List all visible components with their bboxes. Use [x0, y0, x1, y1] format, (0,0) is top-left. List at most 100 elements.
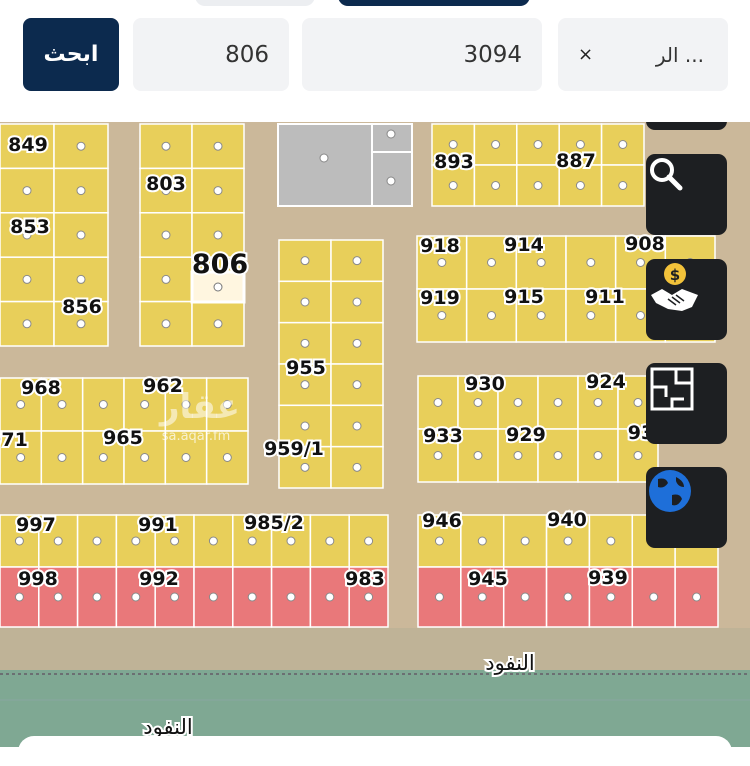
parcel-marker	[563, 536, 573, 546]
parcel-marker	[448, 140, 458, 149]
plan-number-value: 806	[225, 41, 269, 68]
parcel-number-label: 918	[420, 235, 460, 257]
location-field[interactable]: × الر ...	[558, 18, 728, 91]
parcel-marker	[636, 311, 645, 320]
parcel-number-label: 983	[345, 568, 385, 590]
parcel-marker	[300, 462, 310, 472]
parcel-marker	[364, 592, 374, 602]
parcel-marker	[161, 274, 171, 284]
parcel-marker	[513, 398, 523, 407]
parcel-marker	[92, 536, 102, 546]
tab-pill-left[interactable]	[195, 0, 315, 6]
parcel-marker	[536, 258, 546, 267]
parcel-number-label: 933	[423, 425, 463, 447]
parcel-marker	[477, 592, 487, 602]
parcel-marker	[161, 141, 171, 151]
parcel-marker	[161, 319, 171, 329]
parcel-marker	[140, 453, 150, 462]
parcel-marker	[352, 256, 362, 266]
parcel-marker	[98, 400, 108, 409]
parcel-marker	[247, 592, 257, 602]
parcel-number-label: 991	[138, 514, 178, 536]
parcel-number-label: 919	[420, 287, 460, 309]
parcel-marker	[181, 453, 191, 462]
parcel-marker	[553, 398, 563, 407]
parcel-marker	[352, 421, 362, 431]
parcel-marker	[437, 258, 447, 267]
parcel-number-value: 3094	[463, 41, 522, 68]
map-road-shoulder	[0, 628, 750, 670]
parcel-marker	[131, 536, 141, 546]
parcel-marker	[586, 311, 596, 320]
street-label: النفود	[485, 651, 534, 675]
parcel-marker	[213, 230, 223, 240]
parcel-marker	[208, 536, 218, 546]
parcel-marker	[76, 186, 86, 196]
clear-location-icon[interactable]: ×	[578, 44, 593, 65]
parcel-marker	[352, 297, 362, 307]
parcel-marker	[92, 592, 102, 602]
parcel-number-label: 962	[143, 375, 183, 397]
parcel-number-field[interactable]: 3094	[302, 18, 542, 91]
parcel-number-label: 997	[16, 514, 56, 536]
parcel-map: عقار sa.aqar.fm 849803853856806893 887918…	[0, 122, 750, 747]
deal-handshake-icon: $	[651, 263, 698, 311]
parcel-marker	[513, 451, 523, 460]
parcel-marker	[434, 592, 444, 602]
parcel-marker	[76, 274, 86, 284]
parcel-marker	[213, 319, 223, 329]
parcel-marker	[477, 536, 487, 546]
globe-icon	[649, 470, 691, 512]
parcel-marker	[586, 258, 596, 267]
parcel-number-label: 930	[465, 373, 505, 395]
parcel-marker	[300, 297, 310, 307]
parcel-marker	[593, 451, 603, 460]
parcel-number-label: 803	[146, 173, 186, 195]
parcel-marker	[473, 451, 483, 460]
parcel-marker	[553, 451, 563, 460]
watermark-site: sa.aqar.fm	[162, 429, 231, 444]
parcel-number-label: 915	[504, 286, 544, 308]
parcel-marker	[448, 181, 458, 190]
search-button[interactable]: ابحث	[23, 18, 119, 91]
search-map-button[interactable]	[646, 154, 727, 235]
parcel-number-label: 955	[286, 357, 326, 379]
parcel-marker	[575, 181, 585, 190]
parcel-marker	[140, 400, 150, 409]
parcel-number-label: 946	[422, 510, 462, 532]
parcel-number-label: 939	[588, 567, 628, 589]
globe-button[interactable]	[646, 467, 727, 548]
bottom-sheet-handle[interactable]	[18, 736, 732, 766]
parcel-marker	[487, 258, 496, 267]
parcel-number-label: 965	[103, 427, 143, 449]
tab-pill-active[interactable]	[338, 0, 530, 6]
search-bar: ابحث 806 3094 × الر ...	[0, 0, 750, 122]
parcel-marker	[76, 319, 86, 329]
parcel-marker	[16, 453, 26, 462]
floor-plan-button[interactable]	[646, 363, 727, 444]
map-layer-button[interactable]	[646, 122, 727, 130]
parcel-marker	[352, 338, 362, 348]
parcel-marker	[57, 453, 67, 462]
svg-text:$: $	[670, 266, 680, 284]
parcel-marker	[14, 592, 24, 602]
map-view[interactable]: عقار sa.aqar.fm 849 803 853 856 806 893 887 918…	[0, 122, 750, 747]
parcel-marker	[491, 181, 501, 190]
parcel-number-label: 893	[434, 151, 474, 173]
parcel-marker	[300, 421, 310, 431]
parcel-marker	[22, 186, 32, 196]
parcel-marker	[325, 536, 335, 546]
floor-plan-icon	[650, 367, 694, 411]
plan-number-field[interactable]: 806	[133, 18, 289, 91]
parcel-marker	[170, 536, 180, 546]
parcel-number-label: 856	[62, 296, 102, 318]
parcel-marker	[286, 592, 296, 602]
parcel-number-label: 849	[8, 134, 48, 156]
parcel-marker	[53, 592, 63, 602]
parcel-marker	[606, 536, 616, 546]
parcel-marker	[633, 398, 643, 407]
parcel-number-label: 914	[504, 234, 544, 256]
deals-button[interactable]: $	[646, 259, 727, 340]
parcel-marker	[649, 592, 659, 602]
parcel-marker	[520, 592, 530, 602]
